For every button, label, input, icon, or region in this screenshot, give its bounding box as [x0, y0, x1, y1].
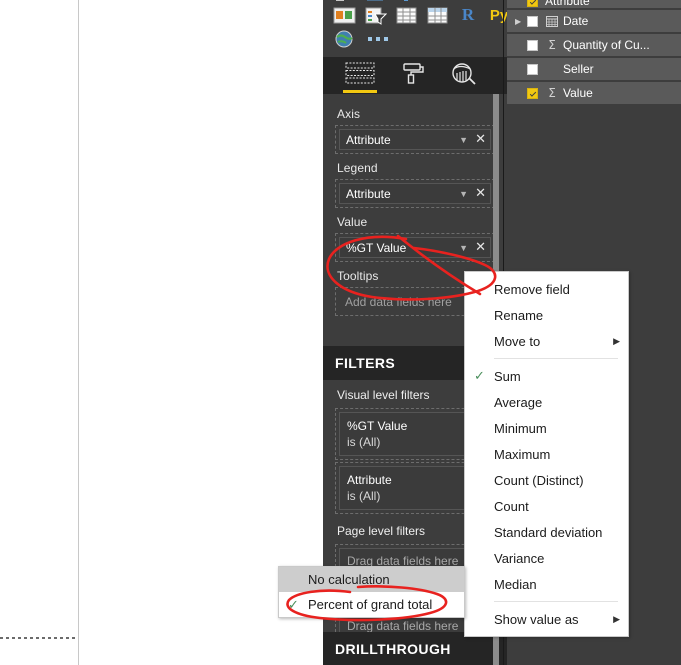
field-item-attribute[interactable]: Attribute [507, 0, 681, 8]
menu-item-label: Variance [494, 550, 545, 566]
well-label-legend: Legend [337, 161, 378, 175]
submenu-item-percent-of-grand-total[interactable]: ✓ Percent of grand total [279, 592, 464, 617]
field-pill-legend[interactable]: Attribute ▼ ✕ [339, 183, 491, 204]
well-value[interactable]: %GT Value ▼ ✕ [335, 233, 495, 262]
checkmark-icon: ✓ [474, 368, 485, 383]
menu-item-average[interactable]: Average [465, 389, 628, 415]
menu-item-label: Sum [494, 368, 521, 384]
analytics-tab[interactable] [447, 60, 481, 92]
calendar-icon [545, 15, 559, 27]
visualization-gallery: R Py [323, 0, 508, 57]
field-label: Quantity of Cu... [563, 38, 650, 52]
menu-item-label: Count (Distinct) [494, 472, 584, 488]
menu-item-label: Remove field [494, 281, 570, 297]
field-pill-value[interactable]: %GT Value ▼ ✕ [339, 237, 491, 258]
well-label-axis: Axis [337, 107, 361, 121]
menu-item-label: Rename [494, 307, 544, 323]
menu-item-label: Move to [494, 333, 541, 349]
chevron-right-icon: ▶ [613, 335, 620, 346]
field-item-date[interactable]: ▶ Date [507, 10, 681, 32]
field-item-value[interactable]: Σ Value [507, 82, 681, 104]
menu-item-label: Median [494, 576, 537, 592]
field-checkbox[interactable] [527, 0, 538, 7]
sigma-icon: Σ [548, 86, 556, 100]
menu-item-rename[interactable]: Rename [465, 302, 628, 328]
menu-separator [494, 358, 618, 359]
field-pill-value-label: %GT Value [346, 240, 407, 255]
field-pill-legend-label: Attribute [346, 186, 391, 201]
map-globe-icon[interactable] [331, 28, 357, 50]
menu-item-label: Standard deviation [494, 524, 603, 540]
field-context-menu: Remove field Rename Move to ▶ ✓ Sum Aver… [464, 271, 629, 637]
r-script-visual-icon[interactable]: R [455, 4, 481, 26]
field-checkbox[interactable] [527, 87, 538, 99]
more-visuals-icon[interactable] [368, 37, 388, 41]
fields-tab-active-underline [343, 89, 377, 93]
menu-item-count[interactable]: Count [465, 493, 628, 519]
field-item-quantity-of-cu[interactable]: Σ Quantity of Cu... [507, 34, 681, 56]
menu-item-label: Average [494, 394, 543, 410]
field-label: Attribute [545, 0, 590, 8]
submenu-item-label: No calculation [308, 572, 390, 587]
gallery-row-bottom [331, 28, 388, 50]
field-label: Seller [563, 62, 594, 76]
field-checkbox[interactable] [527, 63, 538, 75]
menu-item-show-value-as[interactable]: Show value as ▶ [465, 606, 628, 632]
table-icon[interactable] [393, 4, 419, 26]
checkmark-icon: ✓ [288, 596, 299, 612]
field-item-seller[interactable]: Seller [507, 58, 681, 80]
menu-item-sum[interactable]: ✓ Sum [465, 363, 628, 389]
close-icon[interactable]: ✕ [475, 133, 486, 146]
chevron-right-icon[interactable]: ▶ [515, 17, 527, 26]
field-checkbox[interactable] [527, 39, 538, 51]
chevron-down-icon[interactable]: ▼ [459, 243, 468, 253]
field-checkbox[interactable] [527, 15, 538, 27]
chevron-right-icon: ▶ [613, 613, 620, 624]
well-label-value: Value [337, 215, 368, 229]
filters-header-label: FILTERS [335, 355, 396, 371]
slicer-funnel-icon[interactable] [362, 4, 388, 26]
menu-separator [494, 601, 618, 602]
submenu-item-label: Percent of grand total [308, 597, 433, 612]
menu-item-label: Show value as [494, 611, 579, 627]
well-axis[interactable]: Attribute ▼ ✕ [335, 125, 495, 154]
menu-item-remove-field[interactable]: Remove field [465, 276, 628, 302]
menu-item-move-to[interactable]: Move to ▶ [465, 328, 628, 354]
menu-item-standard-deviation[interactable]: Standard deviation [465, 519, 628, 545]
menu-item-label: Minimum [494, 420, 547, 436]
filter-value: is (All) [347, 435, 381, 449]
submenu-item-no-calculation[interactable]: No calculation [279, 567, 464, 592]
format-tab[interactable] [395, 60, 429, 92]
show-value-as-submenu: No calculation ✓ Percent of grand total [278, 566, 465, 618]
menu-item-label: Maximum [494, 446, 551, 462]
matrix-icon[interactable] [424, 4, 450, 26]
menu-item-variance[interactable]: Variance [465, 545, 628, 571]
menu-item-maximum[interactable]: Maximum [465, 441, 628, 467]
field-pill-axis[interactable]: Attribute ▼ ✕ [339, 129, 491, 150]
field-label: Value [563, 86, 593, 100]
chevron-down-icon[interactable]: ▼ [459, 135, 468, 145]
field-label: Date [563, 14, 589, 28]
menu-item-median[interactable]: Median [465, 571, 628, 597]
gallery-row-middle: R Py [331, 4, 512, 26]
filter-value: is (All) [347, 489, 381, 503]
well-legend[interactable]: Attribute ▼ ✕ [335, 179, 495, 208]
close-icon[interactable]: ✕ [475, 187, 486, 200]
menu-item-label: Count [494, 498, 529, 514]
fields-tab[interactable] [343, 60, 377, 93]
field-pill-axis-label: Attribute [346, 132, 391, 147]
report-canvas-left [0, 0, 78, 665]
close-icon[interactable]: ✕ [475, 241, 486, 254]
filter-name: %GT Value [347, 419, 408, 433]
filter-name: Attribute [347, 473, 392, 487]
chevron-down-icon[interactable]: ▼ [459, 189, 468, 199]
card-icon[interactable] [331, 4, 357, 26]
canvas-dotted-guide [0, 637, 78, 639]
menu-item-minimum[interactable]: Minimum [465, 415, 628, 441]
sigma-icon: Σ [548, 38, 556, 52]
menu-item-count-distinct[interactable]: Count (Distinct) [465, 467, 628, 493]
visualization-pane-tabs [323, 57, 507, 94]
drillthrough-header-label: DRILLTHROUGH [335, 640, 451, 657]
